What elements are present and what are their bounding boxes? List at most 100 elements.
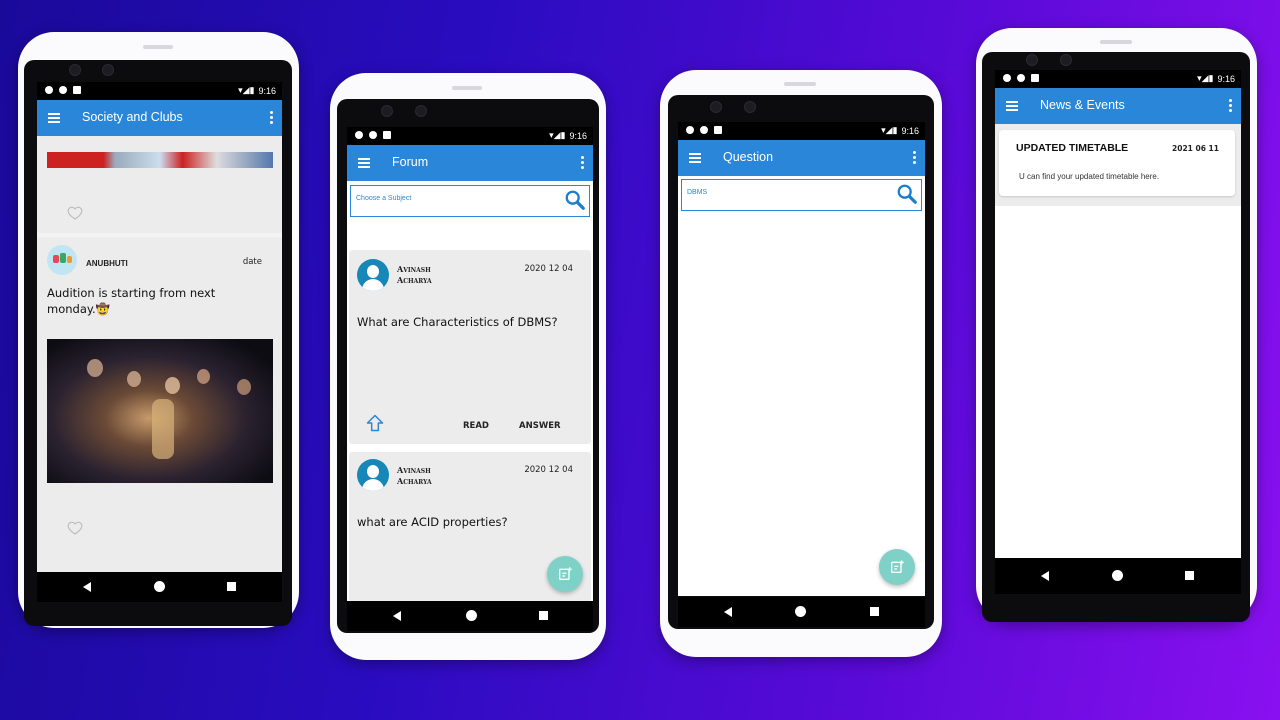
search-input[interactable]: DBMS xyxy=(681,179,922,211)
status-time: 9:16 xyxy=(569,130,587,141)
home-icon[interactable] xyxy=(1112,570,1123,581)
camera xyxy=(744,101,756,113)
phone-society-clubs: ▾◢▮ 9:16 Society and Clubs ANUBHUTI date… xyxy=(18,32,299,628)
question-text: what are ACID properties? xyxy=(357,515,508,529)
camera xyxy=(415,105,427,117)
author-first-name: Avinash xyxy=(397,465,431,475)
nav-bar xyxy=(678,597,925,627)
page-title: Forum xyxy=(392,155,429,169)
post-image xyxy=(47,339,273,483)
search-icon[interactable] xyxy=(896,183,918,205)
recents-icon[interactable] xyxy=(227,582,236,591)
page-title: Society and Clubs xyxy=(82,110,183,124)
phone-forum: ▾◢▮ 9:16 Forum Choose a Subject Avinash A… xyxy=(330,73,606,660)
heart-icon[interactable] xyxy=(67,520,83,536)
post-author: ANUBHUTI xyxy=(86,259,128,268)
recents-icon[interactable] xyxy=(1185,571,1194,580)
screen: ▾◢▮ 9:16 Society and Clubs ANUBHUTI date… xyxy=(37,82,282,572)
earpiece xyxy=(784,82,816,86)
recents-icon[interactable] xyxy=(539,611,548,620)
menu-icon[interactable] xyxy=(1006,101,1018,111)
author-last-name: Acharya xyxy=(397,275,432,285)
camera xyxy=(69,64,81,76)
post-image xyxy=(47,152,273,168)
news-list: UPDATED TIMETABLE 2021 06 11 U can find … xyxy=(995,124,1241,206)
status-bar: ▾◢▮ 9:16 xyxy=(995,70,1241,88)
camera xyxy=(102,64,114,76)
add-question-button[interactable] xyxy=(879,549,915,585)
page-title: News & Events xyxy=(1040,98,1125,112)
upvote-icon[interactable] xyxy=(365,413,385,433)
question-text: What are Characteristics of DBMS? xyxy=(357,315,558,329)
post-date: 2020 12 04 xyxy=(524,465,573,475)
avatar xyxy=(357,459,389,491)
search-placeholder: Choose a Subject xyxy=(356,195,412,202)
post-date: 2020 12 04 xyxy=(524,264,573,274)
app-bar: Question xyxy=(678,140,925,176)
app-bar: Forum xyxy=(347,145,593,181)
nav-bar xyxy=(37,572,282,602)
phone-news-events: ▾◢▮ 9:16 News & Events UPDATED TIMETABLE … xyxy=(976,28,1257,622)
status-bar: ▾◢▮ 9:16 xyxy=(347,127,593,145)
search-value: DBMS xyxy=(687,189,708,196)
news-date: 2021 06 11 xyxy=(1172,144,1219,153)
screen: ▾◢▮ 9:16 Question DBMS xyxy=(678,122,925,596)
news-body: U can find your updated timetable here. xyxy=(1019,172,1160,181)
add-question-button[interactable] xyxy=(547,556,583,592)
menu-icon[interactable] xyxy=(358,158,370,168)
phone-bezel: ▾◢▮ 9:16 Society and Clubs ANUBHUTI date… xyxy=(24,60,292,626)
heart-icon[interactable] xyxy=(67,205,83,221)
post-date: date xyxy=(242,257,262,267)
answer-button[interactable]: ANSWER xyxy=(519,421,561,431)
back-icon[interactable] xyxy=(393,611,401,621)
author-last-name: Acharya xyxy=(397,476,432,486)
status-bar: ▾◢▮ 9:16 xyxy=(678,122,925,140)
phone-bezel: ▾◢▮ 9:16 Forum Choose a Subject Avinash A… xyxy=(337,99,599,633)
phone-bezel: ▾◢▮ 9:16 Question DBMS xyxy=(668,95,934,629)
more-icon[interactable] xyxy=(581,156,584,171)
news-card[interactable]: UPDATED TIMETABLE 2021 06 11 U can find … xyxy=(999,130,1235,196)
page-title: Question xyxy=(723,150,774,164)
search-icon[interactable] xyxy=(564,189,586,211)
earpiece xyxy=(1100,40,1132,44)
post-card: ANUBHUTI date Audition is starting from … xyxy=(37,237,282,572)
camera xyxy=(710,101,722,113)
menu-icon[interactable] xyxy=(689,153,701,163)
home-icon[interactable] xyxy=(466,610,477,621)
earpiece xyxy=(452,86,482,90)
add-note-icon xyxy=(891,560,904,573)
status-time: 9:16 xyxy=(901,125,919,136)
post-text: Audition is starting from next monday.🤠 xyxy=(47,286,216,316)
screen: ▾◢▮ 9:16 News & Events UPDATED TIMETABLE … xyxy=(995,70,1241,560)
status-time: 9:16 xyxy=(1217,73,1235,84)
phone-question: ▾◢▮ 9:16 Question DBMS xyxy=(660,70,942,657)
search-input[interactable]: Choose a Subject xyxy=(350,185,590,217)
more-icon[interactable] xyxy=(270,111,273,126)
more-icon[interactable] xyxy=(1229,99,1232,114)
add-note-icon xyxy=(559,567,572,580)
screen: ▾◢▮ 9:16 Forum Choose a Subject Avinash A… xyxy=(347,127,593,601)
back-icon[interactable] xyxy=(724,607,732,617)
post-card xyxy=(37,136,282,233)
recents-icon[interactable] xyxy=(870,607,879,616)
nav-bar xyxy=(995,558,1241,594)
menu-icon[interactable] xyxy=(48,113,60,123)
forum-post-card[interactable]: Avinash Acharya 2020 12 04 What are Char… xyxy=(349,250,591,444)
back-icon[interactable] xyxy=(1041,571,1049,581)
camera xyxy=(1026,54,1038,66)
app-bar: Society and Clubs xyxy=(37,100,282,136)
back-icon[interactable] xyxy=(83,582,91,592)
nav-bar xyxy=(347,601,593,631)
avatar xyxy=(47,245,77,275)
home-icon[interactable] xyxy=(795,606,806,617)
read-button[interactable]: READ xyxy=(463,421,489,431)
status-bar: ▾◢▮ 9:16 xyxy=(37,82,282,100)
more-icon[interactable] xyxy=(913,151,916,166)
home-icon[interactable] xyxy=(154,581,165,592)
earpiece xyxy=(143,45,173,49)
app-bar: News & Events xyxy=(995,88,1241,124)
news-title: UPDATED TIMETABLE xyxy=(1016,142,1129,154)
camera xyxy=(1060,54,1072,66)
author-first-name: Avinash xyxy=(397,264,431,274)
status-time: 9:16 xyxy=(258,85,276,96)
